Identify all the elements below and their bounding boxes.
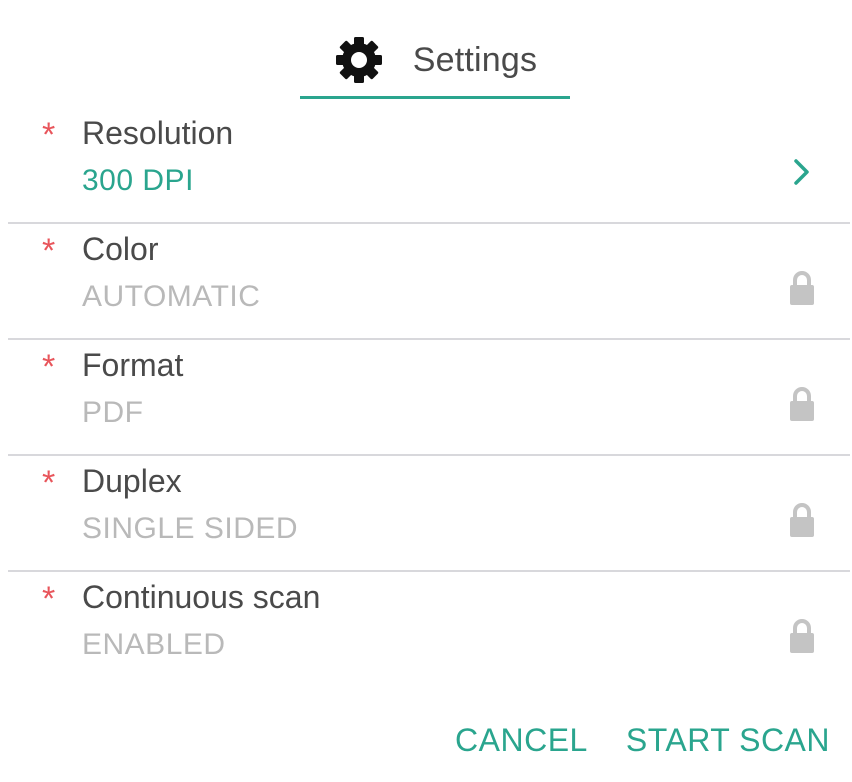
setting-value: SINGLE SIDED: [82, 512, 299, 545]
tab-underline: [300, 96, 570, 99]
lock-icon: [784, 500, 820, 540]
settings-tab[interactable]: Settings: [300, 22, 570, 98]
chevron-right-icon[interactable]: [784, 152, 820, 192]
action-bar: CANCEL START SCAN: [455, 722, 830, 759]
settings-list: * Resolution 300 DPI * Color AUTOMATIC *…: [8, 108, 850, 688]
setting-label: Duplex: [82, 463, 182, 499]
page-title: Settings: [412, 40, 538, 79]
gear-icon: [333, 34, 385, 86]
lock-icon: [784, 268, 820, 308]
setting-value: PDF: [82, 396, 144, 429]
setting-row-continuous-scan: * Continuous scan ENABLED: [8, 572, 850, 688]
start-scan-button[interactable]: START SCAN: [626, 722, 830, 759]
lock-icon: [784, 616, 820, 656]
setting-label: Color: [82, 231, 159, 267]
setting-row-resolution[interactable]: * Resolution 300 DPI: [8, 108, 850, 224]
required-marker: *: [42, 580, 56, 618]
required-marker: *: [42, 116, 56, 154]
setting-row-duplex: * Duplex SINGLE SIDED: [8, 456, 850, 572]
setting-value: AUTOMATIC: [82, 280, 261, 313]
setting-row-format: * Format PDF: [8, 340, 850, 456]
setting-value: ENABLED: [82, 628, 226, 661]
lock-icon: [784, 384, 820, 424]
setting-label: Format: [82, 347, 184, 383]
cancel-button[interactable]: CANCEL: [455, 722, 588, 759]
required-marker: *: [42, 348, 56, 386]
setting-label: Resolution: [82, 115, 234, 151]
required-marker: *: [42, 464, 56, 502]
setting-label: Continuous scan: [82, 579, 321, 615]
setting-value: 300 DPI: [82, 164, 194, 197]
setting-row-color: * Color AUTOMATIC: [8, 224, 850, 340]
required-marker: *: [42, 232, 56, 270]
